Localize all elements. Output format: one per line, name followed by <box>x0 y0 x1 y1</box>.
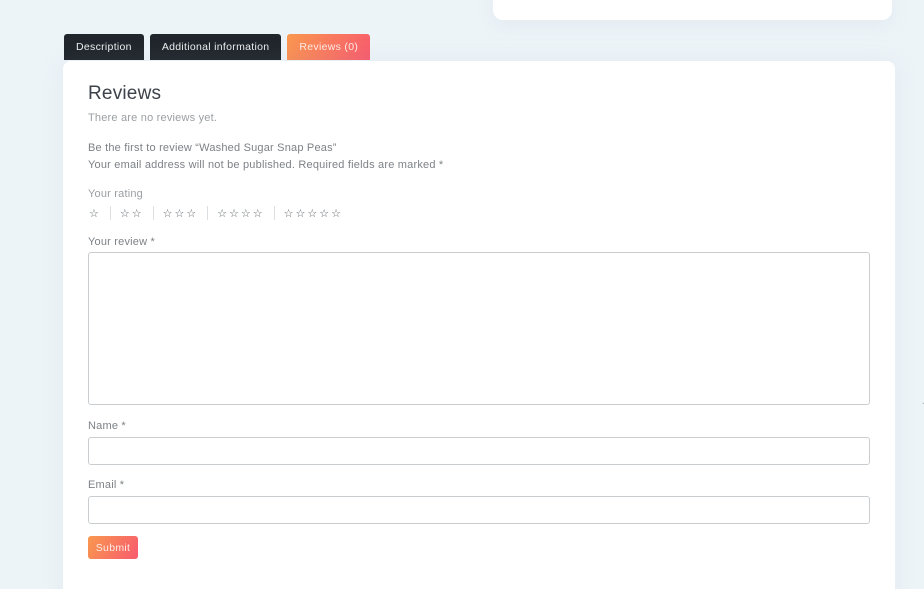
review-textarea[interactable] <box>88 252 870 405</box>
review-prompt: Be the first to review “Washed Sugar Sna… <box>88 142 337 154</box>
submit-button[interactable]: Submit <box>88 536 138 559</box>
product-tabs: Description Additional information Revie… <box>64 34 371 60</box>
review-label-text: Your review <box>88 236 148 248</box>
rating-stars: ☆ ☆☆ ☆☆☆ ☆☆☆☆ ☆☆☆☆☆ <box>88 204 352 222</box>
rating-label: Your rating <box>88 188 143 200</box>
email-label-text: Email <box>88 479 117 491</box>
rating-option-4-stars[interactable]: ☆☆☆☆ <box>208 207 273 220</box>
email-input[interactable] <box>88 496 870 524</box>
reviews-panel: Reviews There are no reviews yet. Be the… <box>63 61 924 589</box>
privacy-note-text: Your email address will not be published… <box>88 159 436 171</box>
email-field-label: Email * <box>88 479 124 491</box>
name-label-text: Name <box>88 420 119 432</box>
rating-option-3-stars[interactable]: ☆☆☆ <box>154 207 208 220</box>
product-summary-card-bottom <box>493 0 892 20</box>
tab-additional-information[interactable]: Additional information <box>149 34 282 60</box>
rating-option-2-stars[interactable]: ☆☆ <box>111 207 153 220</box>
name-input[interactable] <box>88 437 870 465</box>
name-field-label: Name * <box>88 420 126 432</box>
rating-option-5-stars[interactable]: ☆☆☆☆☆ <box>275 207 352 220</box>
tab-description[interactable]: Description <box>64 34 144 60</box>
required-mark: * <box>150 236 156 248</box>
reviews-title: Reviews <box>88 83 162 104</box>
review-field-label: Your review * <box>88 236 155 248</box>
required-mark: * <box>438 159 444 171</box>
required-mark: * <box>121 420 126 432</box>
product-page: Description Additional information Revie… <box>0 0 924 589</box>
privacy-note: Your email address will not be published… <box>88 159 443 171</box>
required-mark: * <box>119 479 125 491</box>
rating-option-1-star[interactable]: ☆ <box>88 207 110 220</box>
tab-reviews[interactable]: Reviews (0) <box>287 34 371 60</box>
no-reviews-message: There are no reviews yet. <box>88 112 218 124</box>
